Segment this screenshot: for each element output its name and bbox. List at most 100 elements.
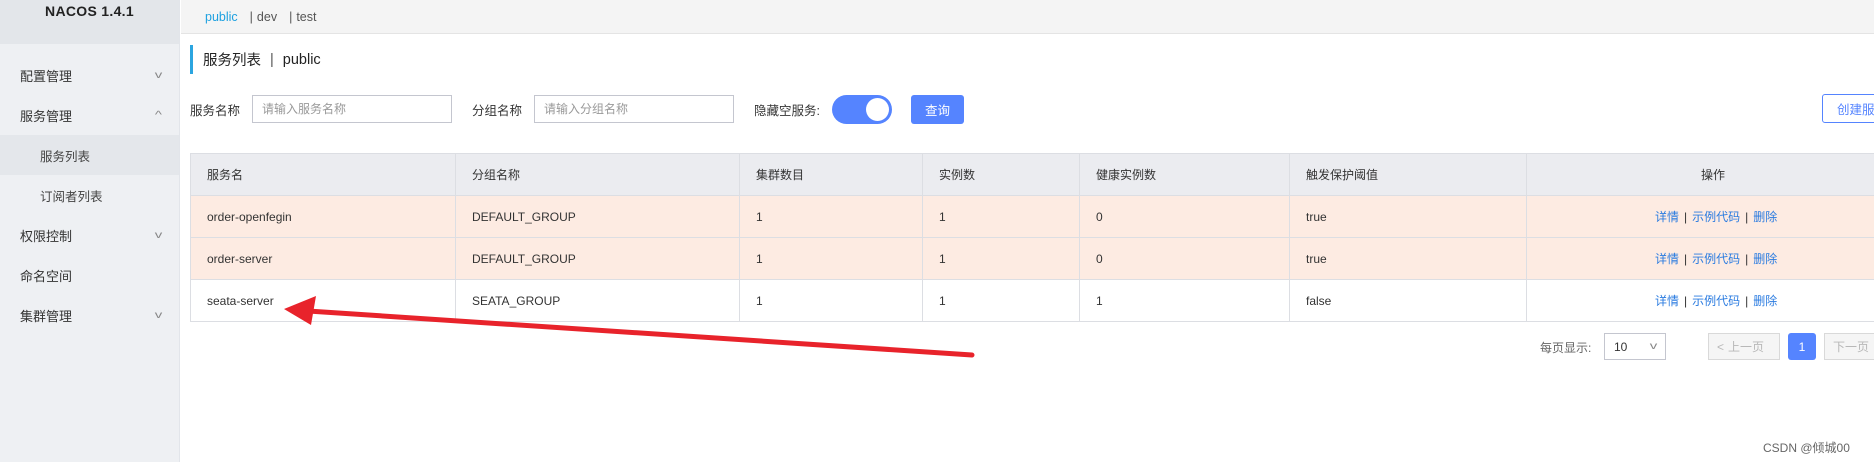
sidebar-item-cluster-management[interactable]: 集群管理 v [0, 295, 179, 335]
sidebar-item-label: 配置管理 [20, 68, 73, 84]
sidebar-item-service-list[interactable]: 服务列表 [0, 135, 179, 175]
namespace-public[interactable]: public [205, 10, 238, 24]
delete-link[interactable]: 删除 [1753, 210, 1777, 224]
column-header-group-name: 分组名称 [455, 153, 740, 196]
cell-healthy-count: 0 [1079, 195, 1290, 238]
prev-page-label: 上一页 [1728, 340, 1765, 354]
title-separator: | [270, 51, 274, 68]
namespace-test[interactable]: test [296, 10, 316, 24]
actions-group: 详情 | 示例代码 | 删除 [1655, 294, 1777, 308]
sample-code-link[interactable]: 示例代码 [1692, 210, 1740, 224]
namespace-bar: public | dev | test [181, 0, 1874, 34]
cell-service-name: order-server [190, 237, 456, 280]
detail-link[interactable]: 详情 [1655, 210, 1679, 224]
prev-page-button[interactable]: < 上一页 [1708, 333, 1780, 360]
action-separator: | [1745, 294, 1749, 308]
chevron-down-icon: v [1649, 341, 1658, 352]
action-separator: | [1684, 252, 1688, 266]
column-header-healthy-count: 健康实例数 [1079, 153, 1290, 196]
action-separator: | [1745, 252, 1749, 266]
table-header-row: 服务名 分组名称 集群数目 实例数 健康实例数 触发保护阈值 操作 [190, 153, 1874, 196]
filter-bar: 服务名称 分组名称 隐藏空服务: 查询 [190, 94, 1874, 124]
column-header-actions: 操作 [1526, 153, 1874, 196]
page-title-namespace: public [282, 51, 321, 68]
chevron-down-icon: v [154, 69, 163, 81]
group-name-input[interactable] [534, 95, 735, 123]
actions-group: 详情 | 示例代码 | 删除 [1655, 210, 1777, 224]
page-number-current[interactable]: 1 [1788, 333, 1816, 360]
cell-protect-threshold: false [1289, 279, 1527, 322]
page-title: 服务列表 | public [190, 45, 321, 74]
cell-healthy-count: 1 [1079, 279, 1290, 322]
cell-group-name: SEATA_GROUP [455, 279, 740, 322]
sidebar-item-label: 集群管理 [20, 308, 73, 324]
sidebar-item-label: 服务管理 [20, 108, 73, 124]
column-header-cluster-count: 集群数目 [739, 153, 923, 196]
cell-actions: 详情 | 示例代码 | 删除 [1526, 279, 1874, 322]
create-service-button[interactable]: 创建服务 [1822, 94, 1874, 123]
next-page-label: 下一页 [1833, 340, 1870, 354]
actions-header-label: 操作 [1701, 168, 1726, 182]
cell-instance-count: 1 [922, 195, 1080, 238]
sidebar-item-service-management[interactable]: 服务管理 ^ [0, 95, 179, 135]
sample-code-link[interactable]: 示例代码 [1692, 294, 1740, 308]
next-page-button[interactable]: 下一页 [1824, 333, 1874, 360]
sidebar-item-label: 订阅者列表 [40, 189, 103, 204]
per-page-value: 10 [1614, 339, 1628, 354]
service-name-label: 服务名称 [190, 103, 241, 118]
cell-protect-threshold: true [1289, 195, 1527, 238]
chevron-left-icon: < [1717, 339, 1725, 354]
sidebar-item-subscriber-list[interactable]: 订阅者列表 [0, 175, 179, 215]
detail-link[interactable]: 详情 [1655, 294, 1679, 308]
sidebar-item-label: 命名空间 [20, 268, 73, 284]
app-logo: NACOS 1.4.1 [0, 0, 179, 44]
table-row: order-openfegin DEFAULT_GROUP 1 1 0 true… [190, 195, 1874, 238]
column-header-service-name: 服务名 [190, 153, 456, 196]
namespace-separator: | [289, 9, 293, 24]
cell-protect-threshold: true [1289, 237, 1527, 280]
detail-link[interactable]: 详情 [1655, 252, 1679, 266]
service-table: 服务名 分组名称 集群数目 实例数 健康实例数 触发保护阈值 操作 order-… [190, 153, 1874, 322]
sidebar-item-label: 服务列表 [40, 149, 91, 164]
delete-link[interactable]: 删除 [1753, 252, 1777, 266]
sidebar-item-config-management[interactable]: 配置管理 v [0, 55, 179, 95]
chevron-up-icon: ^ [155, 109, 163, 121]
service-name-input[interactable] [252, 95, 453, 123]
chevron-down-icon: v [154, 229, 163, 241]
table-row: order-server DEFAULT_GROUP 1 1 0 true 详情… [190, 237, 1874, 280]
cell-cluster-count: 1 [739, 195, 923, 238]
sidebar-item-namespace[interactable]: 命名空间 [0, 255, 179, 295]
chevron-down-icon: v [154, 309, 163, 321]
namespace-dev[interactable]: dev [257, 10, 277, 24]
actions-group: 详情 | 示例代码 | 删除 [1655, 252, 1777, 266]
hide-empty-label: 隐藏空服务: [754, 103, 821, 118]
table-row: seata-server SEATA_GROUP 1 1 1 false 详情 |… [190, 279, 1874, 322]
cell-cluster-count: 1 [739, 237, 923, 280]
cell-group-name: DEFAULT_GROUP [455, 237, 740, 280]
column-header-instance-count: 实例数 [922, 153, 1080, 196]
toggle-knob [866, 97, 890, 121]
namespace-separator: | [249, 9, 253, 24]
cell-group-name: DEFAULT_GROUP [455, 195, 740, 238]
cell-cluster-count: 1 [739, 279, 923, 322]
group-name-label: 分组名称 [472, 103, 523, 118]
cell-actions: 详情 | 示例代码 | 删除 [1526, 195, 1874, 238]
cell-healthy-count: 0 [1079, 237, 1290, 280]
per-page-select[interactable]: 10 v [1604, 333, 1666, 360]
sidebar-menu: 配置管理 v 服务管理 ^ 服务列表 订阅者列表 权限控制 v 命名空间 集群管… [0, 55, 179, 335]
query-button[interactable]: 查询 [911, 94, 965, 124]
action-separator: | [1684, 294, 1688, 308]
page-title-text: 服务列表 [203, 53, 261, 69]
action-separator: | [1745, 210, 1749, 224]
hide-empty-toggle[interactable] [832, 94, 893, 124]
cell-service-name: order-openfegin [190, 195, 456, 238]
sidebar: NACOS 1.4.1 配置管理 v 服务管理 ^ 服务列表 订阅者列表 权限控… [0, 0, 180, 462]
cell-actions: 详情 | 示例代码 | 删除 [1526, 237, 1874, 280]
action-separator: | [1684, 210, 1688, 224]
sidebar-item-access-control[interactable]: 权限控制 v [0, 215, 179, 255]
cell-instance-count: 1 [922, 237, 1080, 280]
delete-link[interactable]: 删除 [1753, 294, 1777, 308]
cell-instance-count: 1 [922, 279, 1080, 322]
per-page-label: 每页显示: [1540, 341, 1592, 355]
sample-code-link[interactable]: 示例代码 [1692, 252, 1740, 266]
